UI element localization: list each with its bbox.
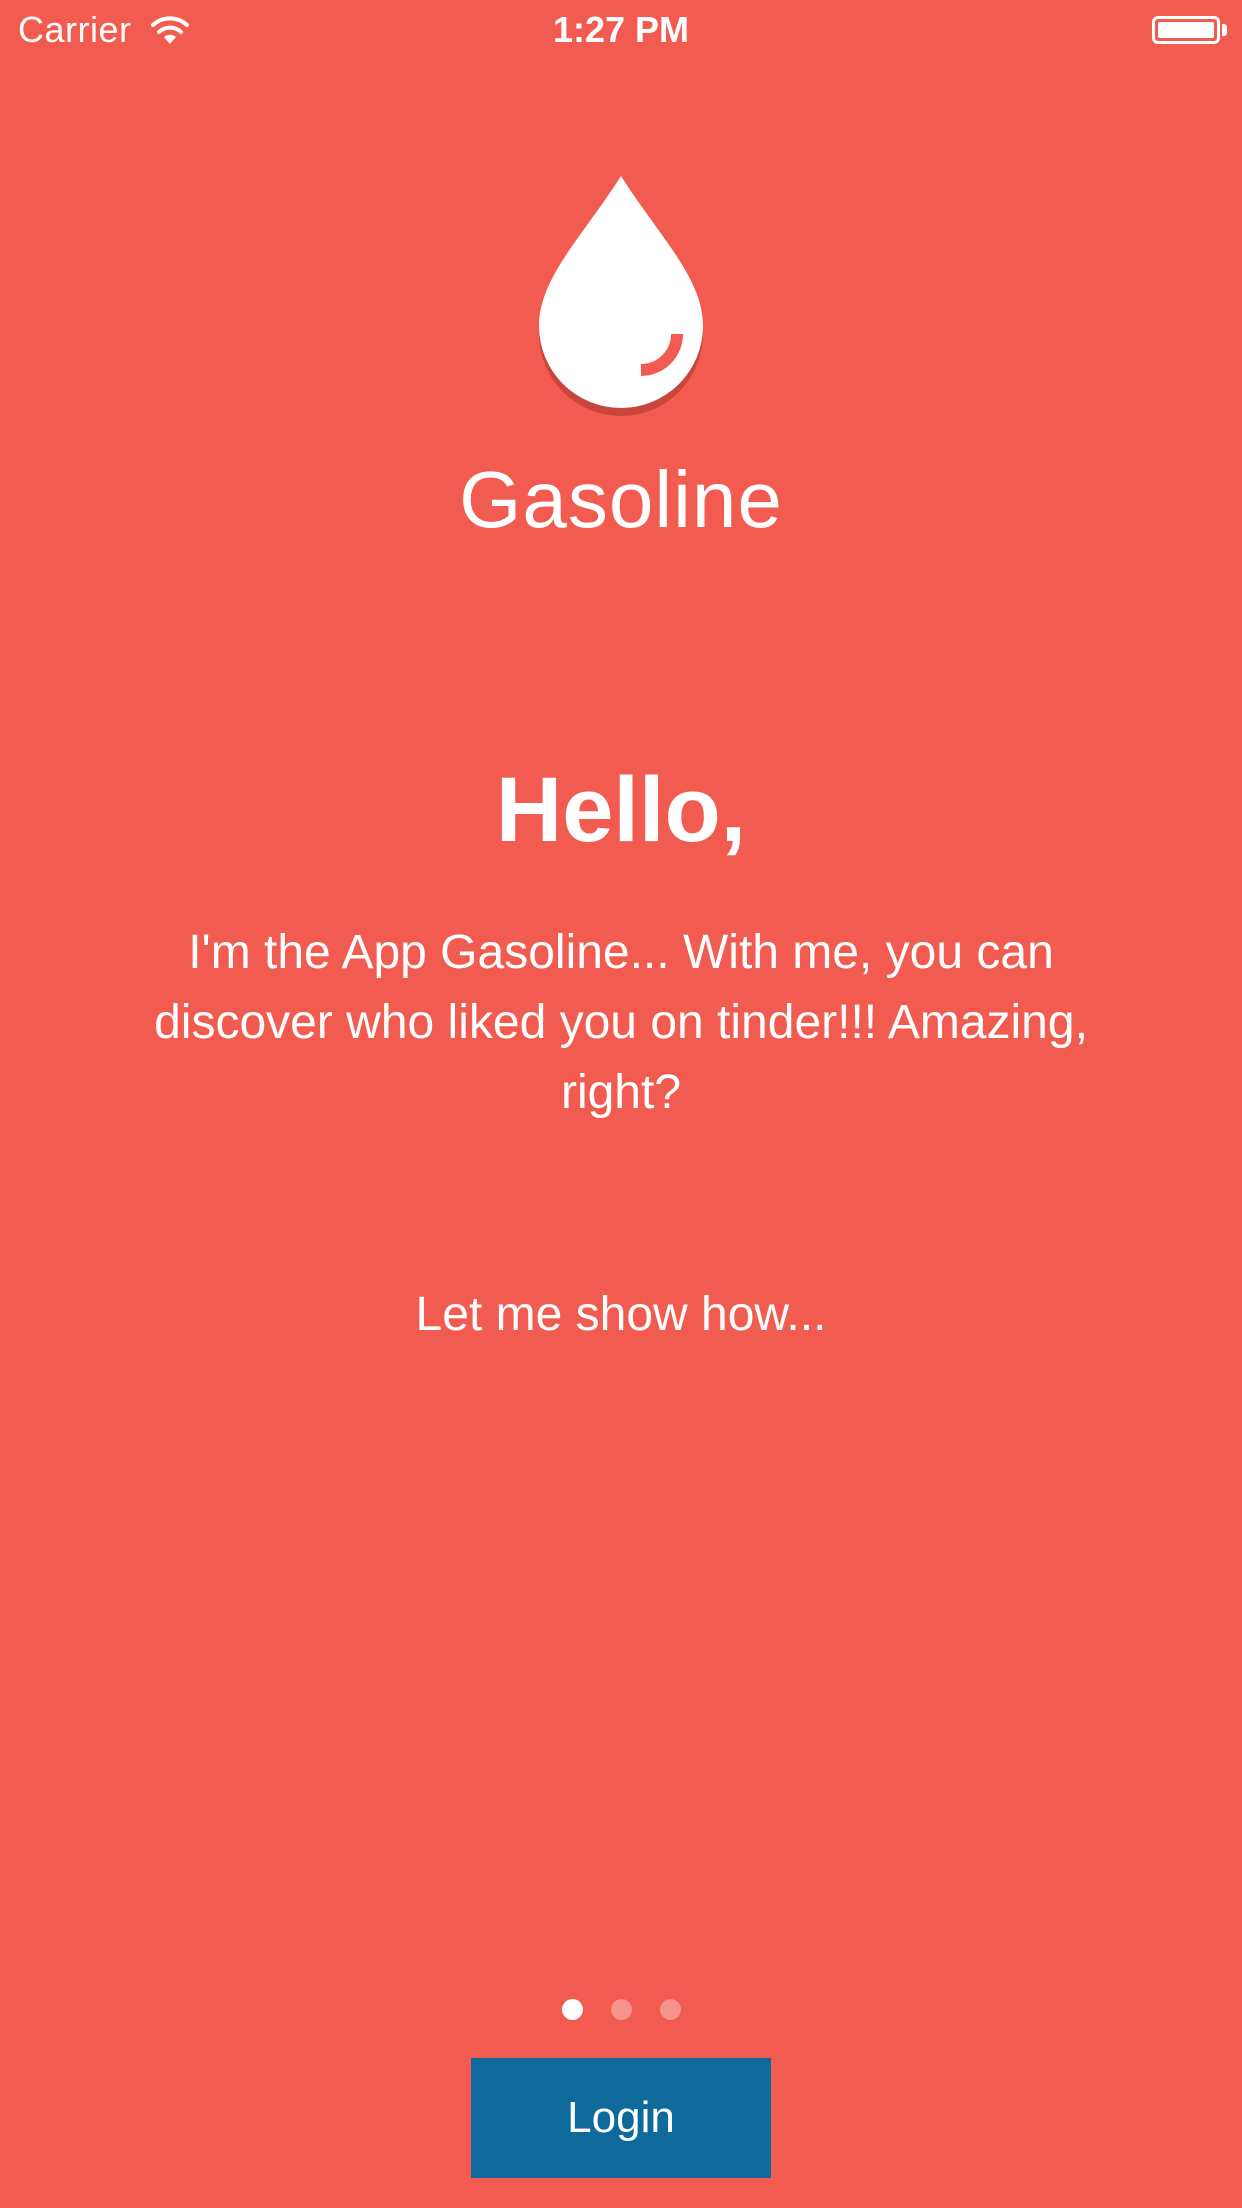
app-name: Gasoline [459, 455, 783, 544]
page-dot-2[interactable] [610, 1999, 632, 2020]
status-bar: Carrier 1:27 PM [0, 0, 1242, 60]
intro-text: I'm the App Gasoline... With me, you can… [154, 926, 1088, 1119]
battery-tip [1222, 24, 1227, 36]
tease-text: Let me show how... [415, 1288, 827, 1341]
page-dot-3[interactable] [659, 1999, 681, 2020]
login-button[interactable]: Login [471, 2058, 771, 2178]
greeting-heading: Hello, [495, 759, 747, 861]
clock: 1:27 PM [552, 9, 690, 50]
battery-icon [1152, 16, 1220, 44]
page-indicator[interactable] [0, 1999, 1242, 2020]
page-dot-1[interactable] [561, 1999, 583, 2020]
gas-drop-icon [539, 176, 703, 416]
